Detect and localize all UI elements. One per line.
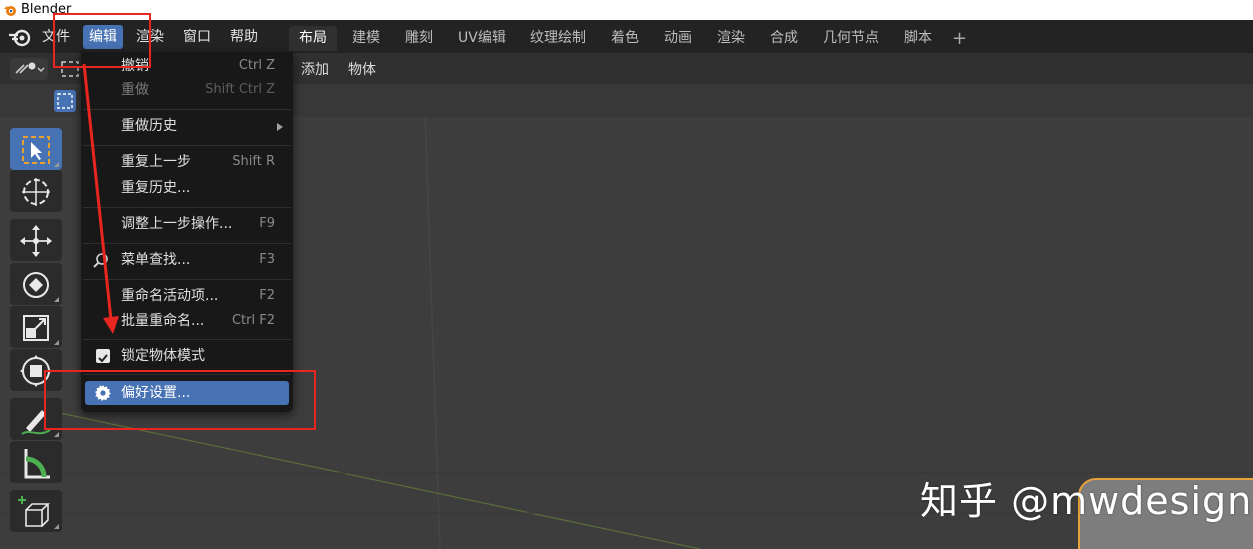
annotation-arrow bbox=[82, 63, 119, 334]
watermark: 知乎 @mwdesign bbox=[920, 479, 1253, 523]
